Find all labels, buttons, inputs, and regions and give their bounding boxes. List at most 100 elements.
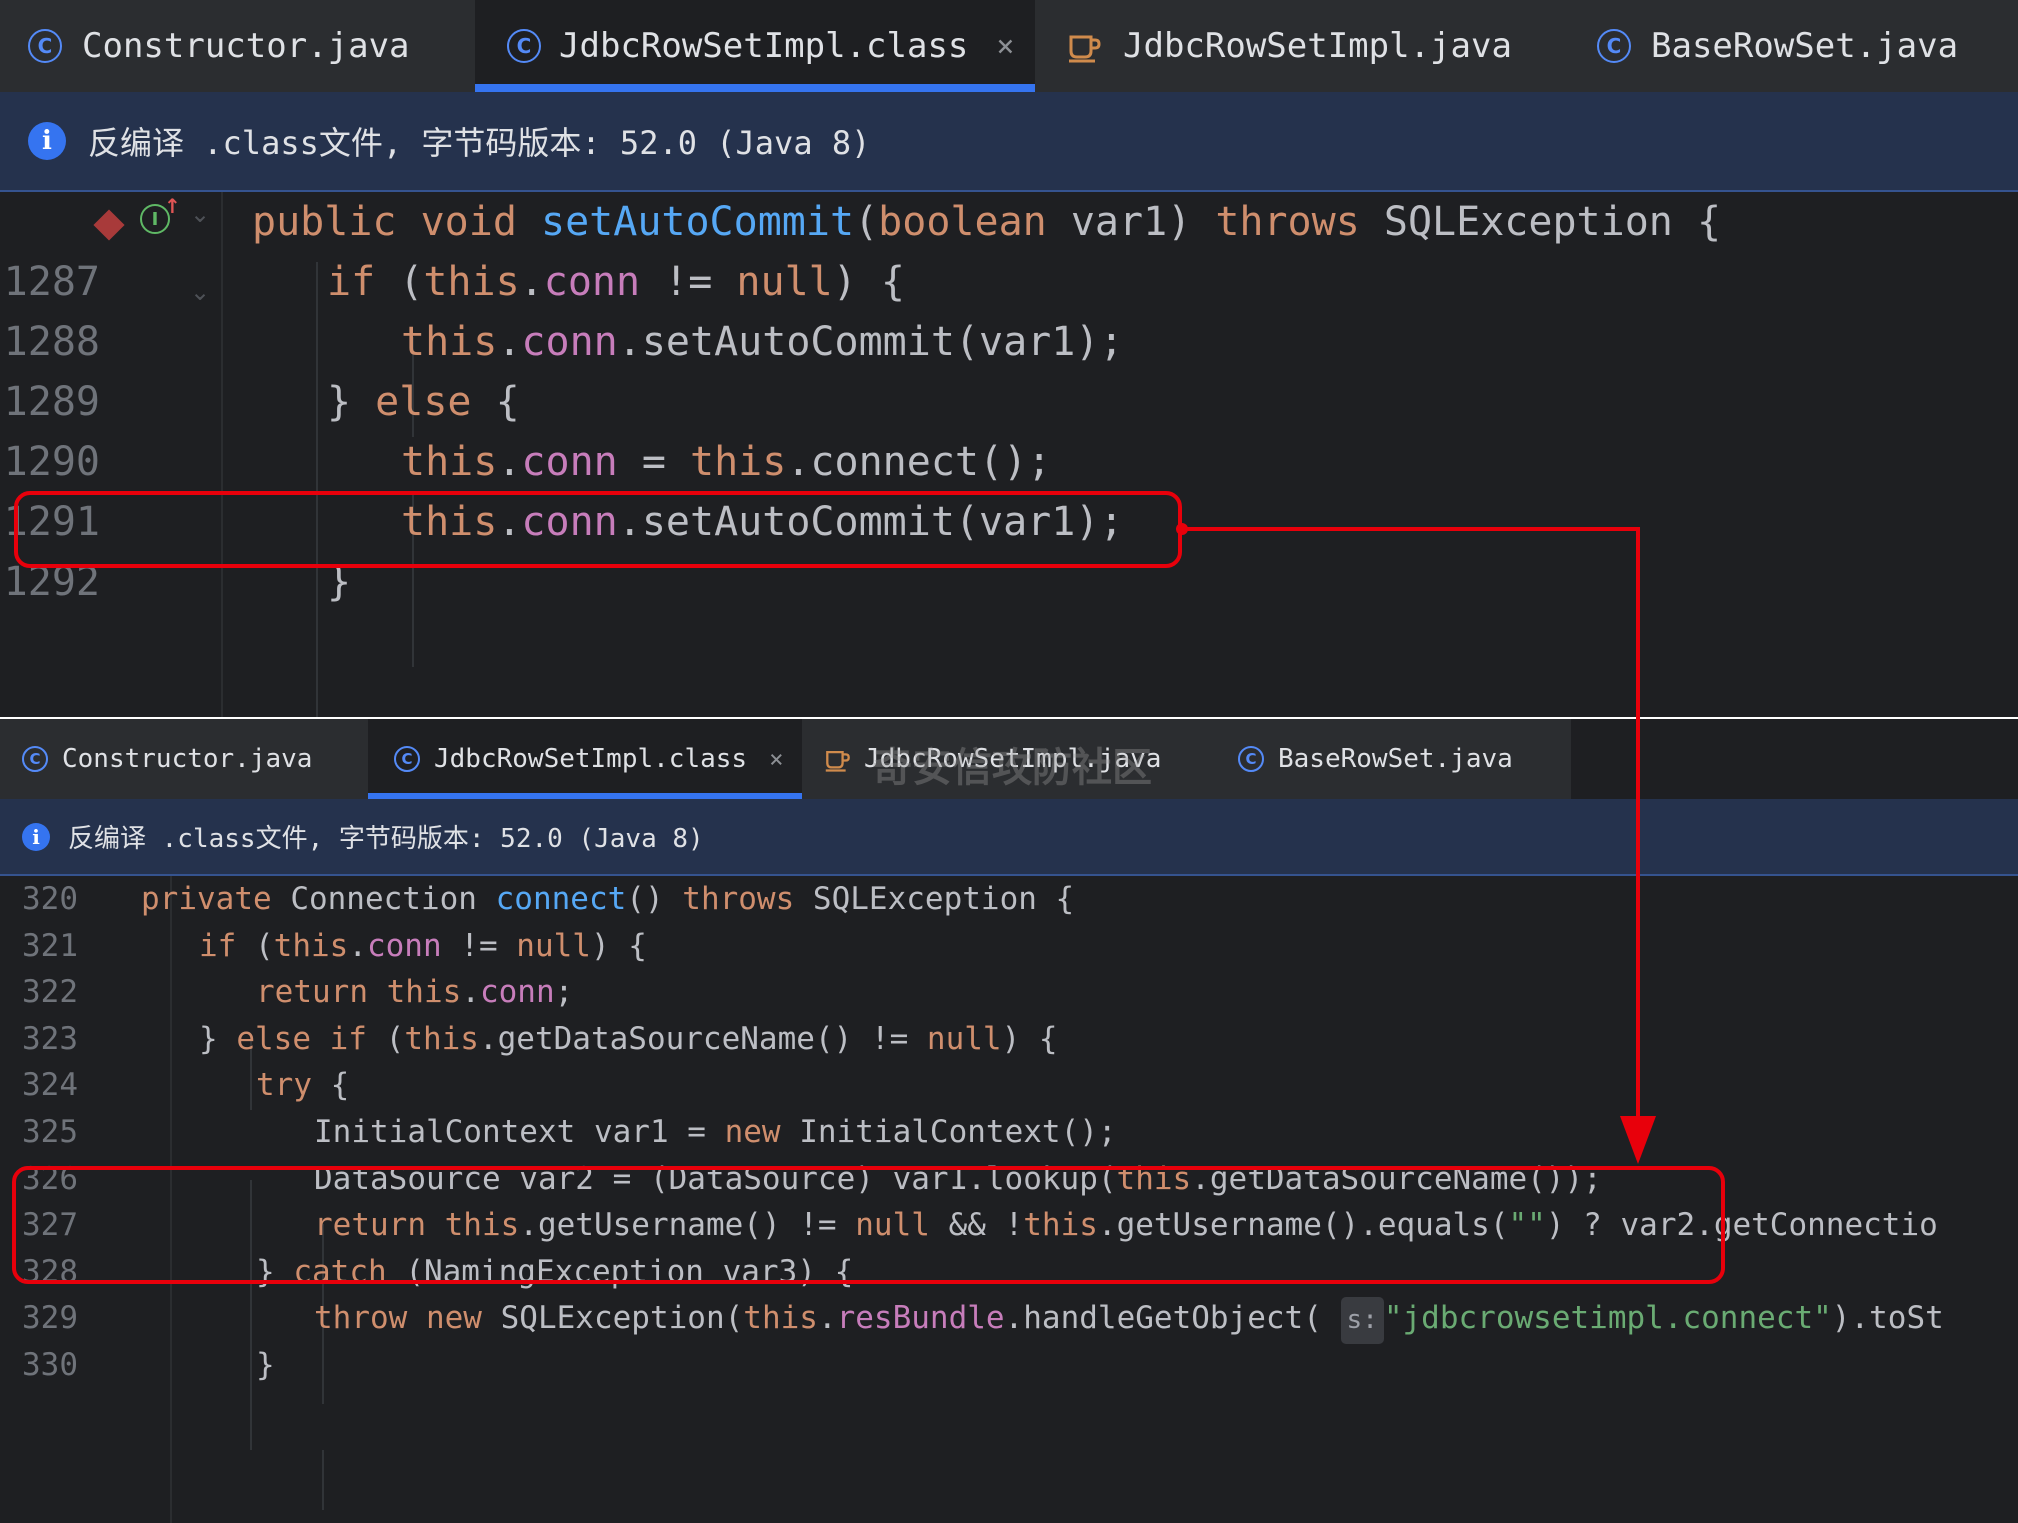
decompiled-info-banner: i 反编译 .class文件, 字节码版本: 52.0 (Java 8) (0, 92, 2018, 192)
code-token: resBundle (836, 1300, 1005, 1337)
indent-guide (322, 1450, 324, 1510)
code-token: null (926, 1020, 1002, 1057)
code-line: 330} (0, 1342, 2018, 1389)
code-token: this (743, 1300, 818, 1337)
code-text: if (this.conn != null) { (327, 252, 905, 312)
code-token: ( (375, 259, 424, 305)
code-line: 1290 this.conn = this.connect(); (0, 432, 2018, 492)
code-token: . (817, 1300, 837, 1337)
close-tab-icon[interactable]: × (769, 745, 783, 773)
tab-label: JdbcRowSetImpl.class (434, 744, 748, 774)
tab-baserowset-java[interactable]: C BaseRowSet.java (1216, 719, 1571, 799)
line-number: 323 (22, 1020, 78, 1057)
code-text: DataSource var2 = (DataSource) var1.look… (314, 1156, 1602, 1203)
line-number: 328 (22, 1253, 78, 1290)
code-token: . (497, 499, 522, 545)
code-token: DataSource var2 = (DataSource) var1.look… (314, 1160, 1117, 1197)
code-token: { (471, 379, 520, 425)
connector-line (1636, 527, 1640, 1119)
code-line: 322 return this.conn; (0, 969, 2018, 1016)
code-text: return this.getUsername() != null && !th… (314, 1202, 1938, 1249)
line-number: 1292 (3, 559, 100, 605)
code-token: if (199, 927, 237, 964)
line-number: 1290 (3, 439, 100, 485)
code-token: SQLException( (481, 1300, 744, 1337)
tab-label: JdbcRowSetImpl.java (1123, 26, 1512, 66)
line-number: 1289 (3, 379, 100, 425)
line-number: 326 (22, 1160, 78, 1197)
code-token: . (348, 927, 367, 964)
line-number: 325 (22, 1114, 78, 1150)
code-token: (NamingException var3) { (386, 1253, 854, 1290)
info-text: 反编译 .class文件, 字节码版本: 52.0 (Java 8) (88, 124, 871, 162)
class-icon: C (1238, 746, 1264, 772)
code-editor[interactable]: 320 private Connection connect() throws S… (0, 876, 2018, 1523)
code-token: return this (256, 974, 462, 1011)
code-token: else (375, 379, 472, 425)
tab-jdbcrowsetimpl-java[interactable]: JdbcRowSetImpl.java 奇安信攻防社区 (802, 719, 1216, 799)
code-token: this (1116, 1160, 1192, 1197)
code-line: 1287 if (this.conn != null) { (0, 252, 2018, 312)
code-token: && ! (929, 1207, 1024, 1244)
code-text: this.conn.setAutoCommit(var1); (401, 492, 1123, 552)
class-icon: C (1597, 29, 1631, 63)
tab-jdbcrowsetimpl-class[interactable]: C JdbcRowSetImpl.class × (368, 719, 802, 799)
java-file-icon (825, 750, 850, 772)
tab-jdbcrowsetimpl-java[interactable]: JdbcRowSetImpl.java (1035, 0, 1565, 92)
code-token: conn (479, 974, 555, 1011)
code-token: conn (521, 439, 618, 485)
code-token: . (497, 319, 522, 365)
code-token: throw new (314, 1300, 482, 1337)
code-line: 1292} (0, 552, 2018, 612)
code-token: ) { (832, 259, 905, 305)
code-text: } (256, 1342, 275, 1389)
code-token: .connect(); (786, 439, 1052, 485)
code-token: ) { (1001, 1020, 1058, 1057)
class-icon: C (394, 746, 420, 772)
tab-constructor-java[interactable]: C Constructor.java (0, 0, 475, 92)
code-token: != (640, 259, 737, 305)
code-text: this.conn.setAutoCommit(var1); (401, 312, 1123, 372)
code-token: = (617, 439, 690, 485)
info-text: 反编译 .class文件, 字节码版本: 52.0 (Java 8) (68, 824, 704, 854)
code-token: SQLException { (1359, 199, 1722, 245)
code-text: InitialContext var1 = new InitialContext… (314, 1109, 1117, 1156)
param-hint: s: (1340, 1297, 1384, 1344)
code-line: 326 DataSource var2 = (DataSource) var1.l… (0, 1156, 2018, 1203)
code-token: SQLException { (794, 881, 1075, 917)
code-token: ( (236, 927, 274, 964)
code-token: .setAutoCommit(var1); (617, 319, 1124, 365)
code-token: throws (1215, 199, 1360, 245)
code-editor[interactable]: I ↑ ⌄ ⌄ public void setAutoCommit(boolea… (0, 192, 2018, 717)
code-token: .setAutoCommit(var1); (617, 499, 1124, 545)
arrow-head-icon (1620, 1116, 1656, 1164)
code-token: throws (682, 881, 795, 917)
code-token: . (461, 974, 480, 1011)
code-token: catch (293, 1253, 387, 1290)
code-text: } (327, 552, 351, 612)
code-token: } (256, 1347, 275, 1383)
tab-label: JdbcRowSetImpl.class (559, 26, 969, 66)
code-token: this (273, 927, 349, 964)
code-token: ; (554, 974, 574, 1011)
code-token: null (516, 927, 591, 964)
code-text: private Connection connect() throws SQLE… (141, 876, 1074, 923)
tab-label: Constructor.java (62, 744, 313, 774)
line-number: 320 (22, 881, 78, 917)
code-token: InitialContext(); (780, 1114, 1117, 1150)
info-icon: i (28, 122, 66, 160)
code-token: .getDataSourceName() != (478, 1020, 927, 1057)
connector-dot (1176, 523, 1188, 535)
close-tab-icon[interactable]: × (996, 29, 1014, 64)
tab-constructor-java[interactable]: C Constructor.java (0, 719, 368, 799)
code-text: try { (256, 1062, 349, 1109)
line-number: 322 (22, 974, 78, 1011)
tab-baserowset-java[interactable]: C BaseRowSet.java (1565, 0, 2018, 92)
code-token: } (256, 1253, 294, 1290)
code-token: this (401, 499, 498, 545)
info-icon: i (22, 822, 50, 851)
tab-jdbcrowsetimpl-class[interactable]: C JdbcRowSetImpl.class × (475, 0, 1035, 92)
tab-label: JdbcRowSetImpl.java (864, 744, 1162, 774)
code-text: } catch (NamingException var3) { (256, 1249, 853, 1296)
code-token: null (736, 259, 833, 305)
